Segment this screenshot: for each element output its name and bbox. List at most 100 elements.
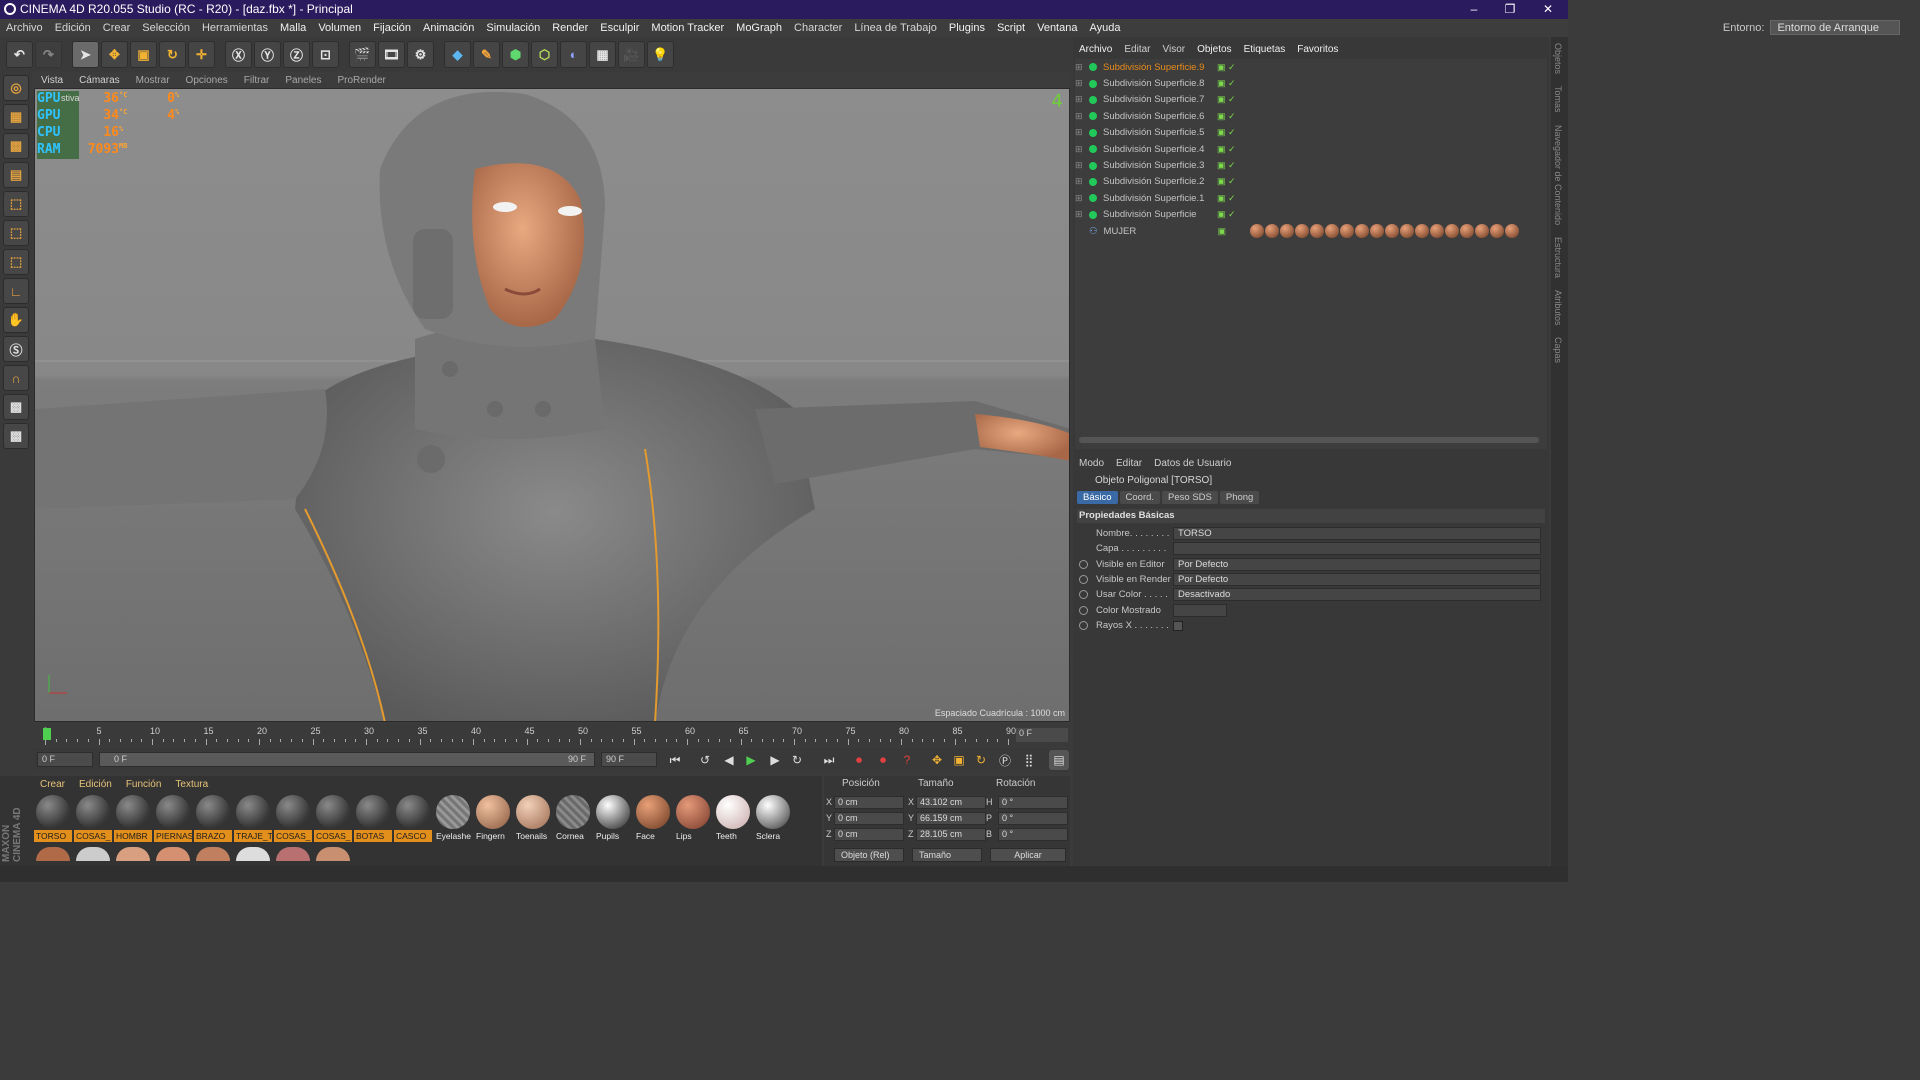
object-menu-item[interactable]: Objetos <box>1191 44 1237 55</box>
menu-item[interactable]: Volumen <box>312 22 367 34</box>
x-axis-icon[interactable]: Ⓧ <box>225 41 252 68</box>
material-swatch[interactable]: COSAS_ <box>74 794 112 842</box>
material-tag-icon[interactable] <box>1429 224 1444 239</box>
menu-item[interactable]: Ventana <box>1031 22 1083 34</box>
key-scale-icon[interactable]: ▣ <box>949 750 969 770</box>
material-swatch[interactable] <box>156 847 190 861</box>
object-list-scrollbar[interactable] <box>1079 437 1539 443</box>
attribute-menu-item[interactable]: Editar <box>1110 458 1148 469</box>
material-swatch[interactable]: Cornea <box>554 794 592 842</box>
menu-item[interactable]: Motion Tracker <box>645 22 730 34</box>
workplane-icon[interactable]: ▤ <box>3 162 29 188</box>
expand-icon[interactable]: ⊞ <box>1075 94 1089 105</box>
play-icon[interactable]: ▶ <box>741 750 761 770</box>
planar-workplane-icon[interactable]: ▩ <box>3 423 29 449</box>
goto-end-icon[interactable]: ⏭ <box>819 750 839 770</box>
restore-button[interactable]: ❐ <box>1492 0 1528 19</box>
object-row[interactable]: ⊞ Subdivisión Superficie ▣ ✓ <box>1075 207 1547 223</box>
visibility-check-icon[interactable]: ▣ ✓ <box>1217 127 1241 138</box>
coord-mode-dropdown[interactable]: Objeto (Rel) <box>834 848 904 862</box>
object-row[interactable]: ⊞ Subdivisión Superficie.2 ▣ ✓ <box>1075 174 1547 190</box>
model-mode-icon[interactable]: ▦ <box>3 104 29 130</box>
material-swatch[interactable] <box>196 847 230 861</box>
object-menu-item[interactable]: Visor <box>1156 44 1191 55</box>
camera-icon[interactable]: 🎥 <box>618 41 645 68</box>
timeline[interactable]: 051015202530354045505560657075808590 0 F <box>33 724 1070 746</box>
material-menu-item[interactable]: Función <box>119 779 169 790</box>
viewport-menu-item[interactable]: Vista <box>33 75 71 86</box>
side-tab[interactable]: Navegador de Contenido <box>1551 119 1565 231</box>
property-value[interactable]: Desactivado <box>1173 588 1541 602</box>
material-tag-icon[interactable] <box>1399 224 1414 239</box>
visibility-check-icon[interactable]: ▣ ✓ <box>1217 78 1241 89</box>
expand-icon[interactable]: ⊞ <box>1075 111 1089 122</box>
timeline-layout-icon[interactable]: ▤ <box>1049 750 1069 770</box>
object-name[interactable]: Subdivisión Superficie.2 <box>1099 176 1217 187</box>
material-swatch[interactable] <box>116 847 150 861</box>
visibility-check-icon[interactable]: ▣ ✓ <box>1217 193 1241 204</box>
material-swatch[interactable] <box>236 847 270 861</box>
object-name[interactable]: Subdivisión Superficie.7 <box>1099 94 1217 105</box>
magnet-icon[interactable]: ∩ <box>3 365 29 391</box>
attribute-menu-item[interactable]: Modo <box>1073 458 1110 469</box>
menu-item[interactable]: Edición <box>49 22 97 34</box>
rotation-field[interactable]: 0 ° <box>998 812 1068 825</box>
object-row[interactable]: ⊞ Subdivisión Superficie.4 ▣ ✓ <box>1075 141 1547 157</box>
animate-radio-icon[interactable] <box>1079 559 1088 569</box>
menu-item[interactable]: Malla <box>274 22 312 34</box>
material-swatch[interactable]: Toenails <box>514 794 552 842</box>
menu-item[interactable]: Selección <box>136 22 196 34</box>
material-swatch[interactable]: HOMBR <box>114 794 152 842</box>
material-tag-icon[interactable] <box>1504 224 1519 239</box>
menu-item[interactable]: Render <box>546 22 594 34</box>
menu-item[interactable]: Ayuda <box>1083 22 1126 34</box>
side-tab[interactable]: Estructura <box>1551 231 1565 284</box>
position-field[interactable]: 0 cm <box>834 828 904 841</box>
object-menu-item[interactable]: Favoritos <box>1291 44 1344 55</box>
tweak-mode-icon[interactable]: ✋ <box>3 307 29 333</box>
material-tag-icon[interactable] <box>1444 224 1459 239</box>
material-swatch[interactable]: TORSO <box>34 794 72 842</box>
property-value[interactable]: Por Defecto <box>1173 572 1541 586</box>
texture-mode-icon[interactable]: ▩ <box>3 133 29 159</box>
menu-item[interactable]: Animación <box>417 22 480 34</box>
rotate-icon[interactable]: ↻ <box>159 41 186 68</box>
menu-item[interactable]: Script <box>991 22 1031 34</box>
undo-icon[interactable]: ↶ <box>6 41 33 68</box>
menu-item[interactable]: Herramientas <box>196 22 274 34</box>
next-frame-icon[interactable]: ▶ <box>765 750 785 770</box>
material-tag-icon[interactable] <box>1459 224 1474 239</box>
object-name[interactable]: Subdivisión Superficie.9 <box>1099 62 1217 73</box>
material-swatch[interactable]: Face <box>634 794 672 842</box>
material-swatch[interactable]: PIERNAS <box>154 794 192 842</box>
deformer-icon[interactable]: ◐ <box>560 41 587 68</box>
apply-button[interactable]: Aplicar <box>990 848 1066 862</box>
expand-icon[interactable]: ⊞ <box>1075 127 1089 138</box>
material-tag-icon[interactable] <box>1264 224 1279 239</box>
size-field[interactable]: 66.159 cm <box>916 812 986 825</box>
material-tag-icon[interactable] <box>1294 224 1309 239</box>
attribute-tab[interactable]: Básico <box>1077 491 1118 504</box>
visibility-check-icon[interactable]: ▣ <box>1218 226 1242 237</box>
visibility-check-icon[interactable]: ▣ ✓ <box>1217 209 1241 220</box>
object-row[interactable]: ⊞ Subdivisión Superficie.5 ▣ ✓ <box>1075 125 1547 141</box>
material-tag-icon[interactable] <box>1489 224 1504 239</box>
material-menu-item[interactable]: Textura <box>168 779 215 790</box>
material-swatch[interactable]: Teeth <box>714 794 752 842</box>
menu-item[interactable]: Línea de Trabajo <box>848 22 943 34</box>
visibility-check-icon[interactable]: ▣ ✓ <box>1217 111 1241 122</box>
xray-checkbox[interactable] <box>1173 620 1183 631</box>
material-swatch[interactable] <box>36 847 70 861</box>
expand-icon[interactable]: ⊞ <box>1075 62 1089 73</box>
material-swatch[interactable] <box>76 847 110 861</box>
material-swatch[interactable]: COSAS_ <box>274 794 312 842</box>
entorno-dropdown[interactable]: Entorno de Arranque <box>1770 20 1900 35</box>
menu-item[interactable]: Plugins <box>943 22 991 34</box>
material-tag-icon[interactable] <box>1309 224 1324 239</box>
coordinate-system-icon[interactable]: ⊡ <box>312 41 339 68</box>
goto-start-icon[interactable]: ⏮ <box>665 750 685 770</box>
move-icon[interactable]: ✥ <box>101 41 128 68</box>
expand-icon[interactable]: ⊞ <box>1075 176 1089 187</box>
position-field[interactable]: 0 cm <box>834 812 904 825</box>
material-tag-icon[interactable] <box>1324 224 1339 239</box>
